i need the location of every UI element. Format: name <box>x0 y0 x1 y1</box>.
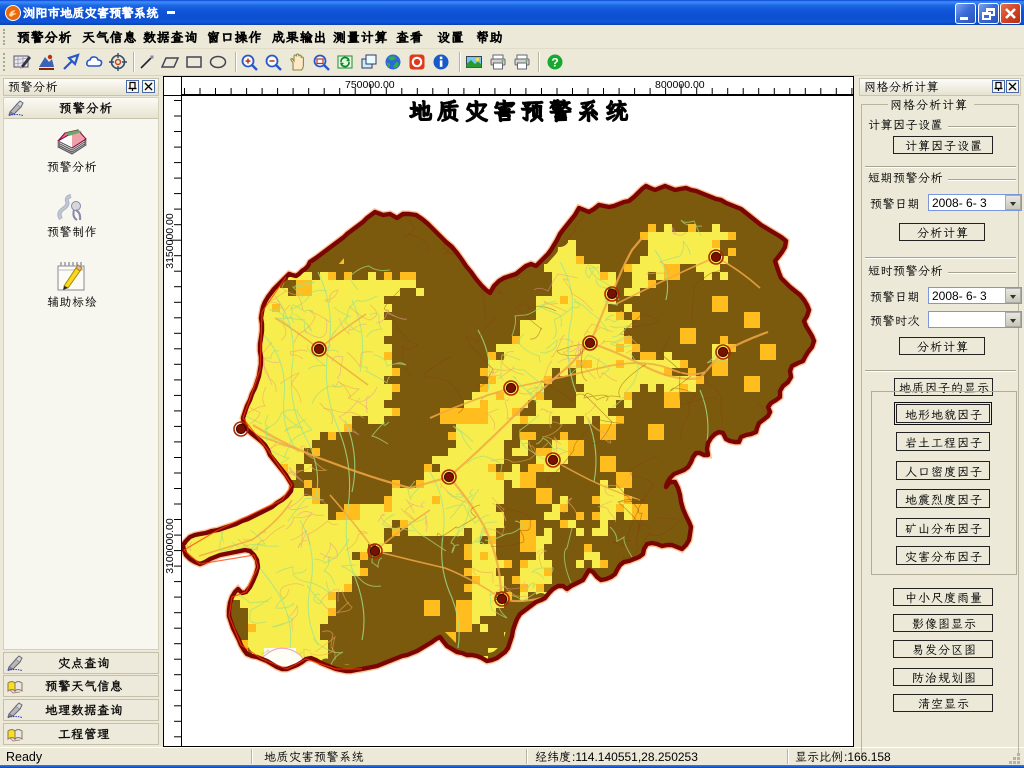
svg-text:?: ? <box>551 56 558 70</box>
